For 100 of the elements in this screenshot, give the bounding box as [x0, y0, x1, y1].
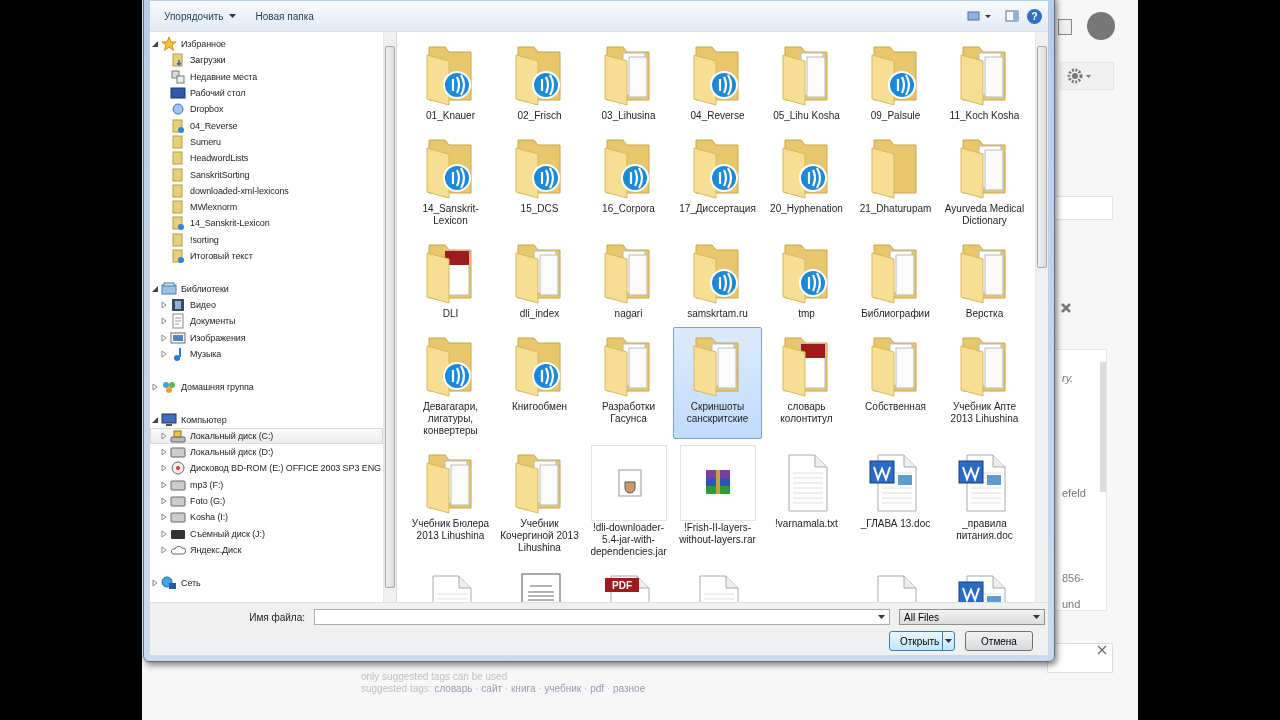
file-item[interactable]: Разработки Гасунса	[584, 327, 673, 439]
file-item[interactable]: 04_Reverse	[673, 36, 762, 124]
file-item[interactable]: 11_Koch Kosha	[940, 36, 1029, 124]
file-item[interactable]: _ГЛАВА 13.doc	[851, 444, 940, 560]
file-item[interactable]: 20_Hyphenation	[762, 129, 851, 229]
scrollbar[interactable]	[1035, 32, 1048, 602]
file-item[interactable]: nagari	[584, 234, 673, 322]
file-item[interactable]: PDF	[584, 565, 673, 602]
dropbox-icon	[170, 101, 186, 118]
collapsed-arrow-icon[interactable]	[160, 480, 168, 489]
tree-item[interactable]: Домашняя группа	[150, 378, 383, 395]
tree-item[interactable]: Dropbox	[150, 101, 383, 118]
tree-item[interactable]: Съемный диск (J:)	[150, 525, 383, 542]
tree-item[interactable]: Локальный диск (D:)	[150, 444, 383, 461]
tree-item[interactable]: Изображения	[150, 329, 383, 346]
tree-item[interactable]: Недавние места	[150, 68, 383, 85]
file-item[interactable]: Ayurveda Medical Dictionary	[940, 129, 1029, 229]
collapsed-arrow-icon[interactable]	[160, 464, 168, 473]
collapsed-arrow-icon[interactable]	[160, 301, 168, 310]
tree-item[interactable]: Библиотеки	[150, 280, 383, 297]
view-options-icon[interactable]	[967, 10, 993, 22]
tree-item[interactable]: 04_Reverse	[150, 117, 383, 134]
tree-item[interactable]: SanskritSorting	[150, 166, 383, 183]
tree-item[interactable]: Локальный диск (C:)	[150, 427, 383, 445]
help-button[interactable]: ?	[1027, 8, 1042, 24]
avatar-icon[interactable]	[1087, 12, 1115, 40]
tree-item[interactable]: Kosha (I:)	[150, 509, 383, 526]
new-folder-button[interactable]: Новая папка	[247, 7, 322, 25]
close-icon[interactable]	[1097, 645, 1107, 655]
file-type-dropdown[interactable]: All Files	[899, 609, 1045, 625]
preview-pane-icon[interactable]	[1005, 10, 1019, 22]
file-item[interactable]: 14_Sanskrit-Lexicon	[406, 129, 495, 229]
window-icon[interactable]	[1058, 19, 1072, 35]
collapsed-arrow-icon[interactable]	[160, 448, 168, 457]
file-item[interactable]: Девагагари, лигатуры, конвертеры	[406, 327, 495, 439]
file-item[interactable]: Учебник Бюлера 2013 Lihushina	[406, 444, 495, 560]
scrollbar[interactable]	[383, 32, 396, 602]
tree-item[interactable]: MWlexnorm	[150, 198, 383, 216]
tree-item[interactable]: Дисковод BD-ROM (E:) OFFICE 2003 SP3 ENG	[150, 460, 383, 477]
collapsed-arrow-icon[interactable]	[160, 350, 168, 358]
file-item[interactable]: 05_Lihu Kosha	[762, 36, 851, 124]
tree-item[interactable]: HeadwordLists	[150, 150, 383, 167]
file-item[interactable]: 09_Palsule	[851, 36, 940, 124]
collapsed-arrow-icon[interactable]	[160, 431, 168, 440]
tree-item[interactable]: Итоговый текст	[150, 247, 383, 265]
collapsed-arrow-icon[interactable]	[160, 513, 168, 522]
tree-item[interactable]: Рабочий стол	[150, 84, 383, 102]
expanded-arrow-icon[interactable]	[151, 40, 159, 49]
file-item[interactable]: Книгообмен	[495, 327, 584, 439]
tree-item[interactable]: Компьютер	[150, 411, 383, 428]
collapsed-arrow-icon[interactable]	[160, 529, 168, 538]
tree-item[interactable]: Сеть	[150, 574, 383, 591]
tree-item[interactable]: Загрузки	[150, 52, 383, 69]
tree-item[interactable]: Яндекс.Диск	[150, 541, 383, 559]
cancel-button[interactable]: Отмена	[965, 631, 1033, 651]
tree-item[interactable]: Документы	[150, 313, 383, 330]
collapsed-arrow-icon[interactable]	[151, 382, 159, 391]
file-item[interactable]: 15_DCS	[495, 129, 584, 229]
collapsed-arrow-icon[interactable]	[160, 497, 168, 506]
file-item[interactable]: 21_Dhaturupam	[851, 129, 940, 229]
scrollbar[interactable]	[1100, 362, 1106, 492]
tree-item[interactable]: Foto (G:)	[150, 492, 383, 510]
file-item[interactable]: 16_Corpora	[584, 129, 673, 229]
tree-item[interactable]: Видео	[150, 296, 383, 314]
file-item[interactable]: Скриншоты санскритские	[673, 327, 762, 439]
collapsed-arrow-icon[interactable]	[160, 333, 168, 342]
file-item[interactable]: словарь колонтитул	[762, 327, 851, 439]
file-item[interactable]: Верстка	[940, 234, 1029, 322]
file-item[interactable]: 02_Frisch	[495, 36, 584, 124]
tree-item[interactable]: downloaded-xml-lexicons	[150, 182, 383, 199]
file-item[interactable]: Библиографии	[851, 234, 940, 322]
tree-item[interactable]: 14_Sanskrit-Lexicon	[150, 215, 383, 232]
organize-button[interactable]: Упорядочить	[156, 7, 244, 25]
collapsed-arrow-icon[interactable]	[160, 317, 168, 326]
file-item[interactable]: 17_Диссертация	[673, 129, 762, 229]
tree-item[interactable]: Избранное	[150, 36, 383, 53]
input-field[interactable]	[1047, 643, 1113, 673]
file-item[interactable]: 03_Lihusina	[584, 36, 673, 124]
file-item[interactable]: Учебник Апте 2013 Lihushina	[940, 327, 1029, 439]
file-item[interactable]: samskrtam.ru	[673, 234, 762, 322]
file-item[interactable]: DLI	[406, 234, 495, 322]
file-item[interactable]: 01_Knauer	[406, 36, 495, 124]
settings-button[interactable]	[1060, 62, 1114, 90]
tree-item[interactable]: !sorting	[150, 231, 383, 248]
tree-item[interactable]: Музыка	[150, 345, 383, 363]
file-item[interactable]: Учебник Кочергиной 2013 Lihushina	[495, 444, 584, 560]
file-item[interactable]: _правила питания.doc	[940, 444, 1029, 560]
file-item[interactable]: Собственная	[851, 327, 940, 439]
file-item[interactable]: tmp	[762, 234, 851, 322]
collapsed-arrow-icon[interactable]	[151, 578, 159, 587]
collapsed-arrow-icon[interactable]	[160, 545, 168, 554]
file-name-field[interactable]	[314, 609, 890, 625]
tree-item[interactable]: Sumeru	[150, 133, 383, 151]
expanded-arrow-icon[interactable]	[151, 284, 159, 293]
close-icon[interactable]	[1060, 302, 1072, 314]
tree-item[interactable]: mp3 (F:)	[150, 476, 383, 493]
file-item[interactable]: dli_index	[495, 234, 584, 322]
file-item[interactable]: !varnamala.txt	[762, 444, 851, 560]
expanded-arrow-icon[interactable]	[151, 415, 159, 424]
open-button[interactable]: Открыть	[889, 631, 955, 651]
